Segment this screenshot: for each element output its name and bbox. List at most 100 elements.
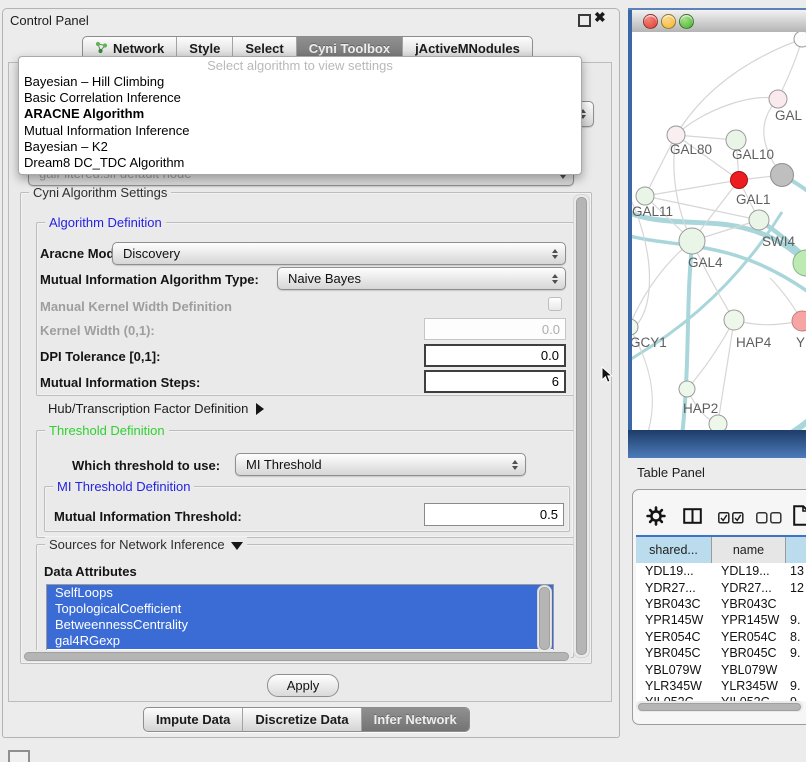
combo-stepper-icon: [552, 274, 558, 284]
split-columns-icon[interactable]: [683, 508, 702, 529]
tab-label: Network: [113, 41, 164, 56]
table-cell: YBR043C: [712, 597, 786, 611]
table-cell: 9.: [786, 679, 806, 693]
table-row[interactable]: YIL052CYIL052C9.: [636, 694, 806, 701]
zoom-traffic-light[interactable]: [679, 14, 694, 29]
network-node[interactable]: [709, 415, 727, 430]
algorithm-option-list: Bayesian – Hill ClimbingBasic Correlatio…: [19, 74, 581, 171]
table-row[interactable]: YBR043CYBR043C: [636, 596, 806, 612]
tab-discretize-data[interactable]: Discretize Data: [242, 708, 360, 731]
hub-definition-expander[interactable]: Hub/Transcription Factor Definition: [48, 402, 264, 416]
table-cell: YBR043C: [636, 597, 712, 611]
table-row[interactable]: YPR145WYPR145W9.: [636, 612, 806, 628]
data-attribute-item[interactable]: SelfLoops: [47, 585, 553, 601]
minimized-panel-icon[interactable]: [8, 750, 30, 762]
minimize-traffic-light[interactable]: [661, 14, 676, 29]
mi-steps-label: Mutual Information Steps:: [40, 376, 200, 390]
table-cell: YBR045C: [636, 646, 712, 660]
column-header-name[interactable]: name: [712, 537, 786, 563]
network-edge: [718, 320, 734, 424]
network-node-y[interactable]: [792, 311, 806, 331]
tab-label: Style: [189, 41, 220, 56]
aracne-mode-combo[interactable]: Discovery: [112, 242, 566, 265]
threshold-definition-title: Threshold Definition: [45, 423, 169, 438]
close-traffic-light[interactable]: [643, 14, 658, 29]
algorithm-definition-title: Algorithm Definition: [45, 215, 166, 230]
network-node-gal4[interactable]: [679, 228, 705, 254]
network-node[interactable]: [771, 164, 794, 187]
which-threshold-combo[interactable]: MI Threshold: [235, 453, 526, 476]
mi-threshold-field[interactable]: [424, 503, 564, 526]
which-threshold-label: Which threshold to use:: [72, 459, 220, 473]
table-row[interactable]: YDL19...YDL19...13: [636, 563, 806, 579]
algorithm-option-bayesian-hill-climbing[interactable]: Bayesian – Hill Climbing: [19, 74, 581, 90]
attr-list-scrollbar[interactable]: [537, 585, 552, 652]
network-edge: [687, 320, 734, 389]
algorithm-option-aracne-algorithm[interactable]: ARACNE Algorithm: [19, 106, 581, 122]
table-horizontal-scrollbar[interactable]: [636, 701, 803, 712]
network-node[interactable]: [794, 32, 806, 47]
sources-title[interactable]: Sources for Network Inference: [45, 537, 247, 552]
algorithm-option-dream8-dc-tdc-algorithm[interactable]: Dream8 DC_TDC Algorithm: [19, 155, 581, 171]
settings-vertical-scrollbar[interactable]: [573, 194, 590, 658]
network-node-hap4[interactable]: [724, 310, 744, 330]
table-cell: YPR145W: [712, 613, 786, 627]
algorithm-option-bayesian-k2[interactable]: Bayesian – K2: [19, 139, 581, 155]
mi-threshold-definition-title: MI Threshold Definition: [53, 479, 194, 494]
dpi-tolerance-label: DPI Tolerance [0,1]:: [40, 350, 160, 364]
aracne-mode-value: Discovery: [123, 246, 180, 261]
tab-label: Discretize Data: [255, 712, 348, 727]
node-label-gal4: GAL4: [688, 255, 723, 270]
column-header-2[interactable]: [786, 537, 806, 563]
table-cell: YBL079W: [636, 663, 712, 677]
mi-algorithm-type-label: Mutual Information Algorithm Type:: [40, 273, 259, 287]
network-node-gal1[interactable]: [731, 172, 748, 189]
close-icon[interactable]: ✖: [594, 9, 606, 26]
table-row[interactable]: YBR045CYBR045C9.: [636, 645, 806, 661]
which-threshold-value: MI Threshold: [246, 457, 322, 472]
unchecked-pair-icon[interactable]: [756, 511, 782, 529]
network-node-gcy1[interactable]: [632, 319, 638, 335]
document-icon[interactable]: [793, 505, 806, 531]
algorithm-option-basic-correlation-inference[interactable]: Basic Correlation Inference: [19, 90, 581, 106]
cyni-bottom-tab-bar: Impute Data Discretize Data Infer Network: [143, 707, 470, 732]
algorithm-dropdown-popup: Select algorithm to view settings Bayesi…: [18, 56, 582, 175]
network-window-titlebar[interactable]: [632, 10, 806, 33]
column-header-shared-[interactable]: shared...: [636, 537, 712, 563]
combo-stepper-icon: [512, 460, 518, 470]
gear-icon[interactable]: [646, 506, 666, 531]
data-attribute-item[interactable]: gal4RGexp: [47, 633, 553, 649]
kernel-width-field[interactable]: [424, 318, 566, 340]
network-node-hap2[interactable]: [679, 381, 695, 397]
node-label-hap2: HAP2: [683, 401, 718, 416]
table-panel-title: Table Panel: [637, 465, 705, 480]
network-node[interactable]: [749, 210, 769, 230]
network-canvas[interactable]: GALGAL80GAL10GAL1GAL11SWI4GAL4GCY1HAP4YH…: [632, 32, 806, 430]
tab-infer-network[interactable]: Infer Network: [361, 708, 469, 731]
mi-algorithm-type-combo[interactable]: Naive Bayes: [277, 267, 566, 290]
checked-pair-icon[interactable]: [718, 511, 744, 529]
mi-steps-field[interactable]: [424, 370, 566, 393]
dpi-tolerance-field[interactable]: [424, 344, 566, 367]
manual-kernel-width-checkbox[interactable]: [548, 297, 562, 311]
table-row[interactable]: YDR27...YDR27...12: [636, 579, 806, 595]
settings-group-title: Cyni Algorithm Settings: [29, 185, 171, 200]
table-row[interactable]: YER054CYER054C8.: [636, 629, 806, 645]
network-edge: [645, 180, 739, 196]
table-cell: YER054C: [712, 630, 786, 644]
algorithm-option-mutual-information-inference[interactable]: Mutual Information Inference: [19, 123, 581, 139]
network-icon: [95, 41, 108, 57]
network-node-gal[interactable]: [769, 90, 787, 108]
tab-impute-data[interactable]: Impute Data: [144, 708, 242, 731]
table-row[interactable]: YLR345WYLR345W9.: [636, 678, 806, 694]
apply-button[interactable]: Apply: [267, 674, 339, 697]
table-cell: YDL19...: [712, 564, 786, 578]
data-attribute-item[interactable]: TopologicalCoefficient: [47, 601, 553, 617]
network-node-gal11[interactable]: [636, 187, 654, 205]
table-row[interactable]: YBL079WYBL079W: [636, 661, 806, 677]
table-cell: YPR145W: [636, 613, 712, 627]
float-icon[interactable]: [578, 14, 591, 27]
data-attribute-item[interactable]: BetweennessCentrality: [47, 617, 553, 633]
tab-label: Cyni Toolbox: [309, 41, 390, 56]
settings-horizontal-scrollbar[interactable]: [22, 650, 571, 662]
